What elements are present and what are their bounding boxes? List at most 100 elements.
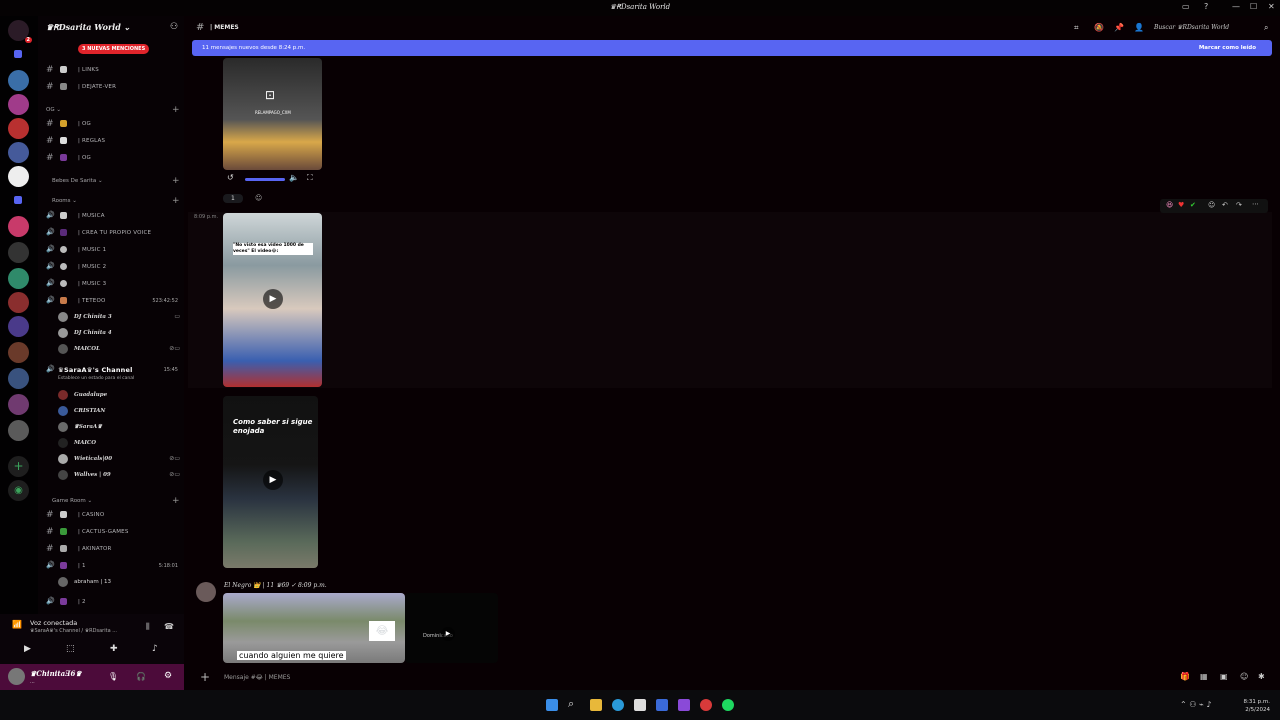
message-author[interactable]: El Negro 👑 | 11 ♛69 ✓ 8:09 p.m. (224, 582, 327, 589)
user-name[interactable]: ♛ChinitaƎ6♛ (30, 669, 82, 678)
discord-icon[interactable] (678, 699, 690, 711)
video-attachment[interactable]: "No visto esa video 1000 de veces" El vi… (223, 213, 322, 387)
gift-icon[interactable]: 🎁 (1180, 672, 1190, 681)
avatar[interactable] (196, 582, 216, 602)
server-icon[interactable] (8, 292, 29, 313)
category-bebes[interactable]: Bebes De Sarita ⌄ + (52, 176, 180, 186)
more-icon[interactable]: ⋯ (1252, 200, 1259, 208)
minimize-button[interactable]: — (1232, 2, 1240, 11)
server-icon[interactable] (8, 142, 29, 163)
voice-user[interactable]: CRISTIAN (58, 404, 184, 418)
pin-icon[interactable]: 📌 (1114, 23, 1124, 32)
voice-channel-crea[interactable]: 🔊 | CREA TU PROPIO VOICE (38, 225, 184, 241)
reaction-button[interactable]: 1 (223, 194, 243, 203)
server-icon[interactable] (8, 216, 29, 237)
headphones-icon[interactable]: 🎧 (136, 672, 146, 681)
mail-icon[interactable] (656, 699, 668, 711)
voice-channel-1[interactable]: 🔊 | 1 5:18:01 (38, 558, 184, 574)
microphone-icon[interactable]: 🎙 (108, 672, 118, 681)
new-mentions-pill[interactable]: 3 NUEVAS MENCIONES (78, 44, 150, 54)
help-icon[interactable]: ? (1204, 2, 1208, 11)
category-rooms[interactable]: Rooms ⌄ + (52, 196, 180, 206)
server-icon[interactable] (8, 368, 29, 389)
voice-channel-sarah[interactable]: 🔊 ♛SaraA♛'s Channel 15:45 Establece un e… (38, 362, 184, 386)
voice-channel-path[interactable]: ♛SaraA♛'s Channel / ♛RDsarita ... (30, 628, 117, 634)
chrome-icon[interactable] (700, 699, 712, 711)
mark-as-read-button[interactable]: Marcar como leído (1199, 45, 1256, 51)
server-icon[interactable] (8, 166, 29, 187)
server-icon[interactable] (8, 420, 29, 441)
fullscreen-icon[interactable]: ⛶ (307, 173, 313, 183)
new-messages-bar[interactable]: 11 mensajes nuevos desde 8:24 p.m. Marca… (192, 40, 1272, 56)
progress-bar[interactable] (245, 178, 285, 181)
guild-header[interactable]: ♛ꞦDsarita World ⌄ ⚇ (38, 16, 184, 40)
explore-icon[interactable]: ◉ (8, 480, 29, 501)
channel-akinator[interactable]: # | AKINATOR (38, 541, 184, 557)
category-game-room[interactable]: Game Room ⌄ + (52, 496, 180, 506)
video-attachment[interactable]: Dominicano ▶ (405, 593, 498, 663)
voice-user[interactable]: ♛SaraA♛ (58, 420, 184, 434)
camera-icon[interactable]: ▶ (24, 644, 31, 654)
close-button[interactable]: ✕ (1268, 2, 1275, 11)
voice-channel-teteo[interactable]: 🔊 | TETEOO 523:42:52 (38, 293, 184, 309)
tray-icons[interactable]: ⌃ ⚇ ⌁ ♪ (1180, 700, 1211, 709)
voice-user[interactable]: MAICO (58, 436, 184, 450)
server-icon[interactable] (8, 118, 29, 139)
voice-user[interactable]: abraham | 13 (58, 575, 184, 589)
folder-icon[interactable] (14, 50, 22, 58)
voice-channel-musica[interactable]: 🔊 | MUSICA (38, 208, 184, 224)
maximize-button[interactable]: ☐ (1250, 2, 1257, 11)
server-icon[interactable] (8, 394, 29, 415)
voice-user[interactable]: MAICOL ⊘▭ (58, 342, 184, 356)
server-icon[interactable] (8, 242, 29, 263)
folder-icon[interactable] (14, 196, 22, 204)
apps-icon[interactable]: ✱ (1258, 672, 1265, 681)
gif-icon[interactable]: ▦ (1200, 672, 1208, 681)
heart-icon[interactable]: ♥ (1178, 201, 1184, 209)
video-attachment[interactable]: ⊡ RELAMPAGO_CXM (223, 58, 322, 170)
server-icon[interactable] (8, 70, 29, 91)
search-icon[interactable]: ⌕ (1264, 23, 1268, 33)
forward-icon[interactable]: ↷ (1236, 201, 1242, 209)
inbox-icon[interactable]: ▭ (1182, 2, 1190, 11)
spotify-icon[interactable] (722, 699, 734, 711)
channel-og-2[interactable]: # | OG (38, 150, 184, 166)
add-member-icon[interactable]: ⚇ (170, 22, 178, 32)
reply-icon[interactable]: ↶ (1222, 201, 1228, 209)
add-reaction-icon[interactable]: ☺ (1208, 201, 1215, 209)
server-icon[interactable] (8, 268, 29, 289)
noise-suppression-icon[interactable]: ⫼ (146, 622, 150, 632)
video-attachment[interactable]: 😂 cuando alguien me quiere (223, 593, 405, 663)
channel-cactus[interactable]: # | CACTUS-GAMES (38, 524, 184, 540)
system-clock[interactable]: 8:31 p.m. 2/5/2024 (1244, 698, 1270, 714)
message-composer[interactable]: + Mensaje #😂 | MEMES 🎁 ▦ ▣ ☺ ✱ (192, 668, 1272, 688)
file-explorer-icon[interactable] (590, 699, 602, 711)
voice-user[interactable]: Wallves | 09 ⊘▭ (58, 468, 184, 482)
soundboard-icon[interactable]: ♪ (152, 644, 158, 654)
server-icon[interactable] (8, 94, 29, 115)
store-icon[interactable] (634, 699, 646, 711)
settings-gear-icon[interactable]: ⚙ (164, 671, 172, 681)
replay-icon[interactable]: ↺ (227, 173, 234, 182)
channel-reglas[interactable]: # | REGLAS (38, 133, 184, 149)
search-input[interactable]: Buscar ♛RDsarita World (1154, 24, 1229, 31)
play-icon[interactable]: ▶ (263, 470, 283, 490)
check-icon[interactable]: ✔ (1190, 201, 1196, 209)
threads-icon[interactable]: ⌗ (1074, 23, 1079, 33)
channel-dejate-ver[interactable]: # | DEJATE-VER (38, 79, 184, 95)
home-icon[interactable]: 2 (8, 20, 32, 43)
screen-share-icon[interactable]: ⬚ (66, 644, 75, 654)
add-attachment-icon[interactable]: + (200, 670, 210, 684)
activity-icon[interactable]: ✚ (110, 644, 118, 654)
voice-user[interactable]: DJ Chinita 4 (58, 326, 184, 340)
disconnect-icon[interactable]: ☎ (164, 622, 174, 631)
sticker-icon[interactable]: ▣ (1220, 672, 1228, 681)
channel-og[interactable]: # | OG (38, 116, 184, 132)
server-icon[interactable] (8, 342, 29, 363)
voice-user[interactable]: Wieticals|00 ⊘▭ (58, 452, 184, 466)
volume-icon[interactable]: 🔈 (289, 173, 299, 182)
add-reaction-icon[interactable]: ☺ (255, 194, 262, 202)
message-input[interactable]: Mensaje #😂 | MEMES (224, 674, 290, 681)
server-icon[interactable] (8, 316, 29, 337)
voice-channel-music-1[interactable]: 🔊 | MUSIC 1 (38, 242, 184, 258)
